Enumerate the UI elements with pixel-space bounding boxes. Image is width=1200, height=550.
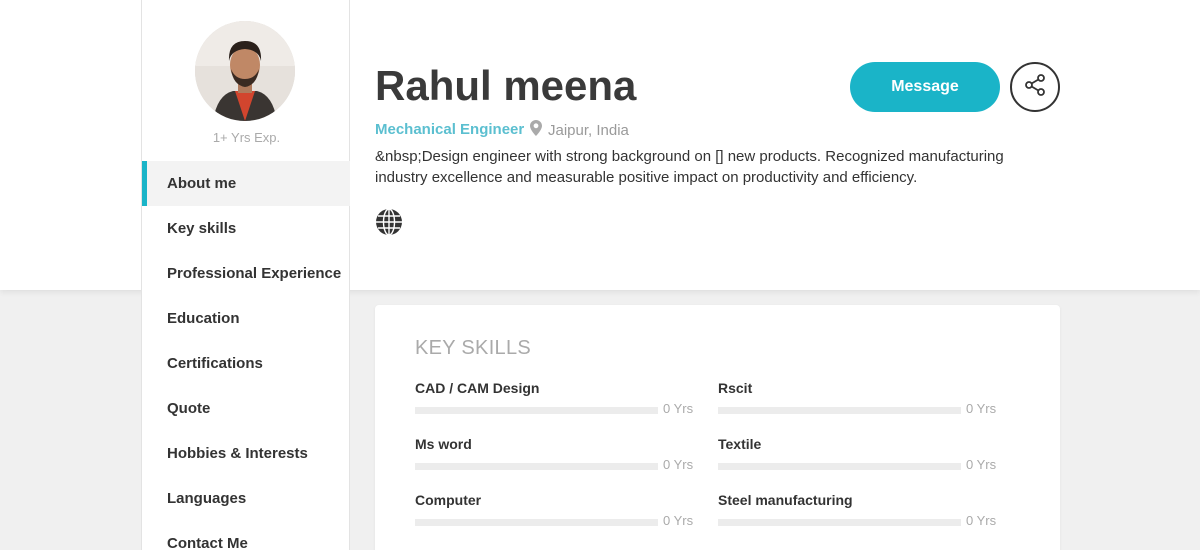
skill-name: CAD / CAM Design	[415, 380, 540, 396]
nav-item-professional-experience[interactable]: Professional Experience	[142, 251, 350, 296]
skill-item: CAD / CAM Design 0 Yrs	[415, 380, 695, 420]
skill-progress-bar	[718, 519, 961, 526]
globe-icon[interactable]	[375, 208, 403, 236]
sidebar-nav: About me Key skills Professional Experie…	[142, 161, 350, 550]
profile-bio: &nbsp;Design engineer with strong backgr…	[375, 148, 1004, 186]
skill-name: Steel manufacturing	[718, 492, 853, 508]
nav-item-quote[interactable]: Quote	[142, 386, 350, 431]
skill-years: 0 Yrs	[966, 457, 997, 472]
nav-item-key-skills[interactable]: Key skills	[142, 206, 350, 251]
skill-progress-bar	[718, 463, 961, 470]
share-icon	[1023, 73, 1047, 102]
nav-item-certifications[interactable]: Certifications	[142, 341, 350, 386]
skill-years: 0 Yrs	[663, 457, 694, 472]
skill-item: Textile 0 Yrs	[718, 436, 998, 476]
key-skills-title: KEY SKILLS	[415, 337, 532, 359]
skill-years: 0 Yrs	[966, 401, 997, 416]
skill-progress-bar	[415, 463, 658, 470]
profile-role: Mechanical Engineer	[375, 121, 525, 138]
skill-years: 0 Yrs	[663, 513, 694, 528]
nav-item-languages[interactable]: Languages	[142, 476, 350, 521]
skill-years: 0 Yrs	[966, 513, 997, 528]
skill-name: Rscit	[718, 380, 753, 396]
skill-item: Computer 0 Yrs	[415, 492, 695, 532]
key-skills-card: KEY SKILLS CAD / CAM Design 0 Yrs Rscit …	[375, 305, 1060, 550]
skill-item: Steel manufacturing 0 Yrs	[718, 492, 998, 532]
skill-progress-bar	[415, 519, 658, 526]
profile-name: Rahul meena	[375, 62, 637, 109]
message-button[interactable]: Message	[850, 62, 1000, 112]
profile-location: Jaipur, India	[530, 120, 629, 140]
profile-sidebar: 1+ Yrs Exp. About me Key skills Professi…	[141, 0, 350, 550]
share-button[interactable]	[1010, 62, 1060, 112]
nav-item-education[interactable]: Education	[142, 296, 350, 341]
nav-item-about-me[interactable]: About me	[142, 161, 350, 206]
skill-progress-bar	[718, 407, 961, 414]
nav-item-hobbies-interests[interactable]: Hobbies & Interests	[142, 431, 350, 476]
skill-name: Computer	[415, 492, 482, 508]
skill-name: Textile	[718, 436, 762, 452]
location-text: Jaipur, India	[548, 121, 629, 139]
avatar	[195, 21, 295, 121]
skill-name: Ms word	[415, 436, 472, 452]
map-pin-icon	[530, 120, 542, 140]
skill-item: Ms word 0 Yrs	[415, 436, 695, 476]
skill-years: 0 Yrs	[663, 401, 694, 416]
nav-item-contact-me[interactable]: Contact Me	[142, 521, 350, 550]
experience-label: 1+ Yrs Exp.	[212, 130, 281, 145]
skill-item: Rscit 0 Yrs	[718, 380, 998, 420]
skill-progress-bar	[415, 407, 658, 414]
